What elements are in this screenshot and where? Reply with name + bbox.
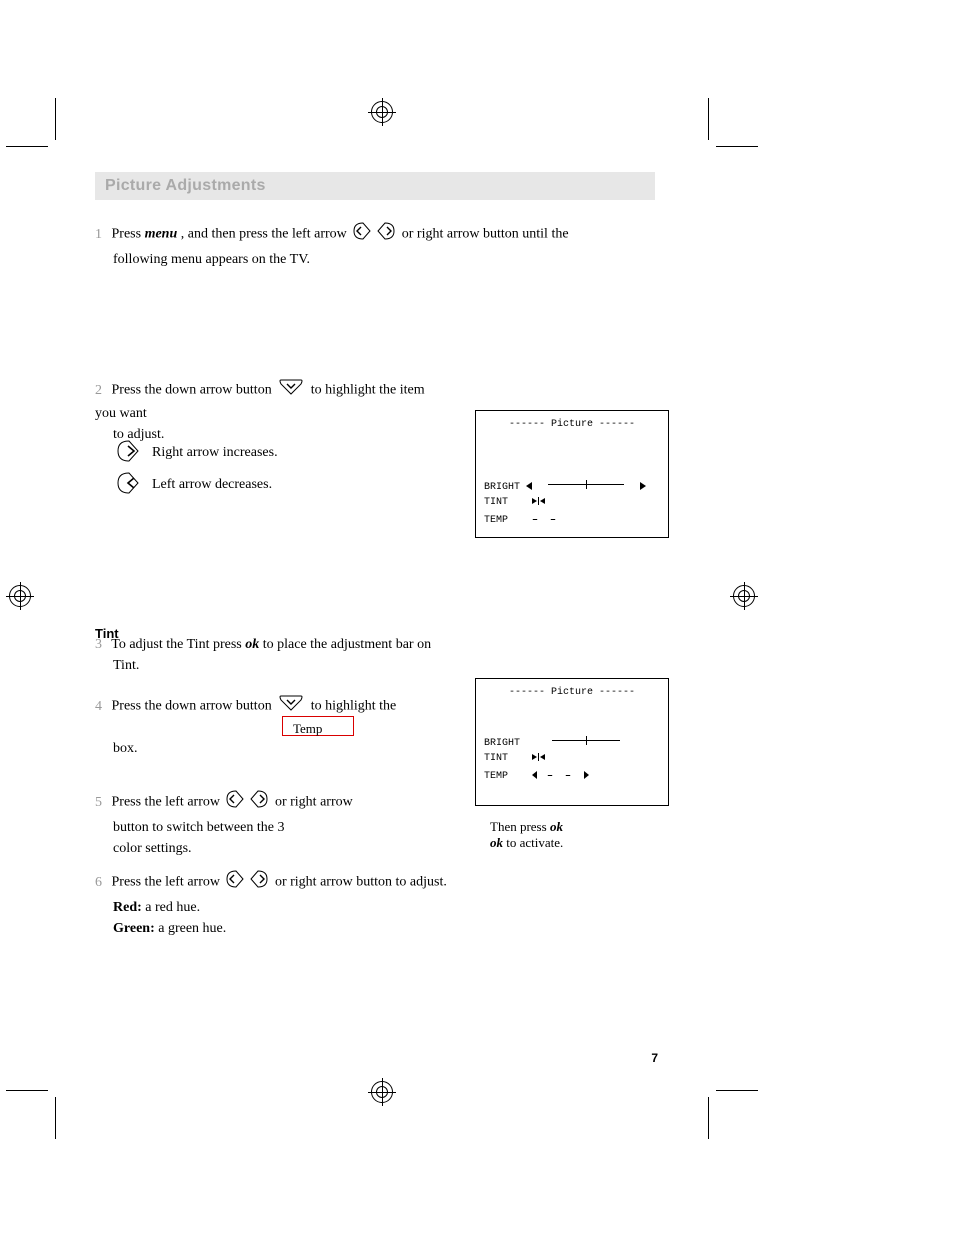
step-text: box. <box>113 741 138 756</box>
step-text: to place the adjustment bar on <box>263 637 431 652</box>
section-heading-text: Picture Adjustments <box>95 177 266 194</box>
registration-mark-left <box>6 582 34 610</box>
step5-ok-activate: ok to activate. <box>490 832 563 853</box>
red-text: a red hue. <box>145 900 200 915</box>
left-arrow-label: Left arrow decreases. <box>152 474 272 495</box>
step-number: 6 <box>95 875 102 890</box>
step-text: or right arrow <box>275 875 353 890</box>
osd-slider <box>538 479 634 489</box>
left-right-arrow-icons <box>225 868 269 897</box>
osd-title: ------ Picture ------ <box>484 687 660 698</box>
osd-tint-label: TINT <box>484 753 526 764</box>
step-3: 3 To adjust the Tint press ok to place t… <box>95 634 655 676</box>
step-text: Press the left arrow <box>112 875 220 890</box>
step-number: 3 <box>95 637 102 652</box>
step-text: Press <box>112 227 142 242</box>
osd-bright-label: BRIGHT <box>484 738 520 749</box>
ok-keyword: ok <box>245 637 259 652</box>
down-arrow-icon <box>277 378 305 403</box>
step-text: Press the left arrow <box>112 795 220 810</box>
step-text: button to adjust. <box>356 875 447 890</box>
step-text: Tint. <box>113 658 139 673</box>
osd-picture-menu-1: ------ Picture ------ BRIGHT TINT TEMP –… <box>475 410 669 538</box>
menu-keyword: menu <box>145 227 178 242</box>
page-number: 7 <box>651 1051 658 1065</box>
step-number: 2 <box>95 383 102 398</box>
step-text: following menu appears on the TV. <box>113 252 310 267</box>
registration-mark-right <box>730 582 758 610</box>
right-arrow-large-icon <box>116 438 146 469</box>
step-text: To adjust the Tint press <box>111 637 241 652</box>
osd-picture-menu-2: ------ Picture ------ BRIGHT TINT TEMP –… <box>475 678 669 806</box>
step-text: , and then press the left arrow <box>181 227 347 242</box>
step-2: 2 Press the down arrow button to highlig… <box>95 378 445 445</box>
dashes: – – <box>532 515 559 526</box>
step-text: to highlight the <box>311 699 397 714</box>
step-1: 1 Press menu , and then press the left a… <box>95 220 655 270</box>
step-text: Press the down arrow button <box>112 383 272 398</box>
osd-slider <box>542 735 630 745</box>
step-4: 4 Press the down arrow button to highlig… <box>95 694 445 719</box>
right-arrow-label: Right arrow increases. <box>152 442 278 463</box>
temp-label-in-redbox: Temp <box>293 718 322 739</box>
green-label: Green: <box>113 921 155 936</box>
step-6: 6 Press the left arrow or right arrow bu… <box>95 868 655 939</box>
osd-bright-label: BRIGHT <box>484 482 520 493</box>
triangle-left-icon <box>532 771 537 779</box>
registration-mark-bottom <box>368 1078 396 1106</box>
step-number: 5 <box>95 795 102 810</box>
triangle-right-icon <box>640 482 646 490</box>
red-label: Red: <box>113 900 142 915</box>
pinch-icon <box>532 753 545 764</box>
green-text: a green hue. <box>158 921 226 936</box>
osd-tint-label: TINT <box>484 497 526 508</box>
step-text: or right arrow <box>275 795 353 810</box>
step-5: 5 Press the left arrow or right arrow bu… <box>95 788 455 859</box>
pinch-icon <box>532 497 545 508</box>
triangle-left-icon <box>526 482 532 490</box>
osd-title: ------ Picture ------ <box>484 419 660 430</box>
step-text: button to switch between the 3 <box>113 820 284 835</box>
step-text: or right arrow button until the <box>402 227 569 242</box>
section-heading: Picture Adjustments <box>95 172 655 200</box>
left-right-arrow-icons <box>225 788 269 817</box>
left-arrow-large-icon <box>116 470 146 501</box>
step-number: 1 <box>95 227 102 242</box>
step-number: 4 <box>95 699 102 714</box>
osd-temp-label: TEMP <box>484 515 526 526</box>
osd-temp-label: TEMP <box>484 771 526 782</box>
triangle-right-icon <box>584 771 589 779</box>
left-right-arrow-icons <box>352 220 396 249</box>
step-text: Press the down arrow button <box>112 699 272 714</box>
registration-mark-top <box>368 98 396 126</box>
dashes: – – <box>547 771 574 782</box>
step-text: color settings. <box>113 841 192 856</box>
